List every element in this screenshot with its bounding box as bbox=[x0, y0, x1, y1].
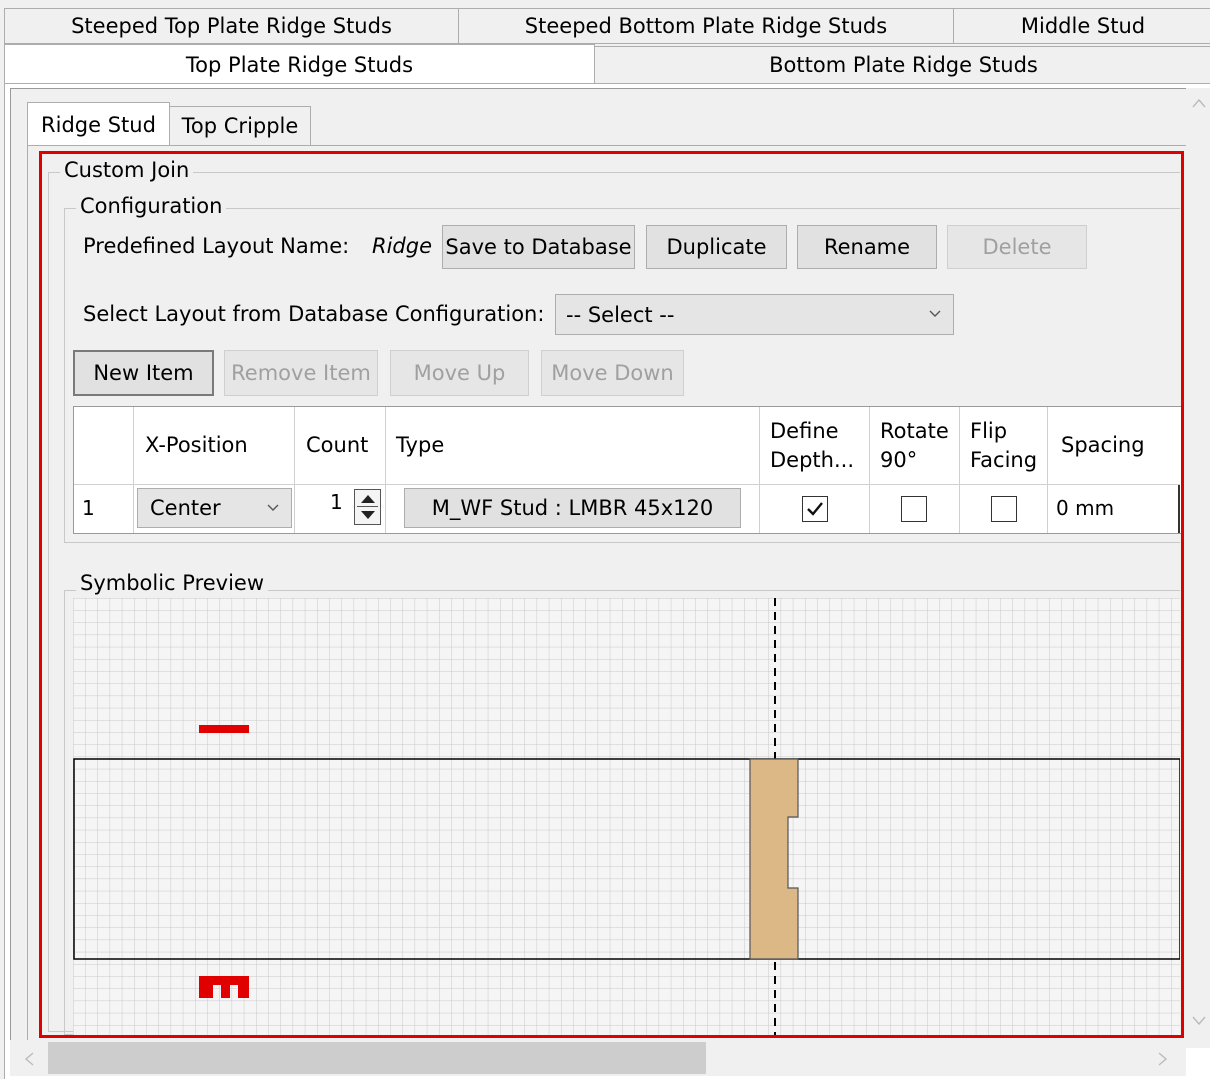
horizontal-scroll-thumb[interactable] bbox=[48, 1042, 706, 1074]
scroll-left-icon[interactable] bbox=[24, 1052, 34, 1066]
highlight-frame bbox=[39, 151, 1184, 1038]
horizontal-scrollbar[interactable] bbox=[10, 1040, 1186, 1076]
scroll-down-icon[interactable] bbox=[1192, 1016, 1206, 1026]
tab-top-plate-ridge-studs[interactable]: Top Plate Ridge Studs bbox=[4, 44, 595, 84]
tab-steeped-top-plate[interactable]: Steeped Top Plate Ridge Studs bbox=[4, 8, 459, 44]
vertical-scrollbar[interactable] bbox=[1186, 88, 1210, 1048]
tab-bottom-plate-ridge-studs[interactable]: Bottom Plate Ridge Studs bbox=[594, 46, 1210, 84]
tab-steeped-bottom-plate[interactable]: Steeped Bottom Plate Ridge Studs bbox=[458, 8, 954, 44]
scroll-up-icon[interactable] bbox=[1192, 98, 1206, 108]
scroll-right-icon[interactable] bbox=[1158, 1052, 1168, 1066]
tab-ridge-stud[interactable]: Ridge Stud bbox=[27, 102, 170, 146]
tab-top-cripple[interactable]: Top Cripple bbox=[169, 106, 311, 146]
tab-middle-stud[interactable]: Middle Stud bbox=[953, 8, 1210, 44]
